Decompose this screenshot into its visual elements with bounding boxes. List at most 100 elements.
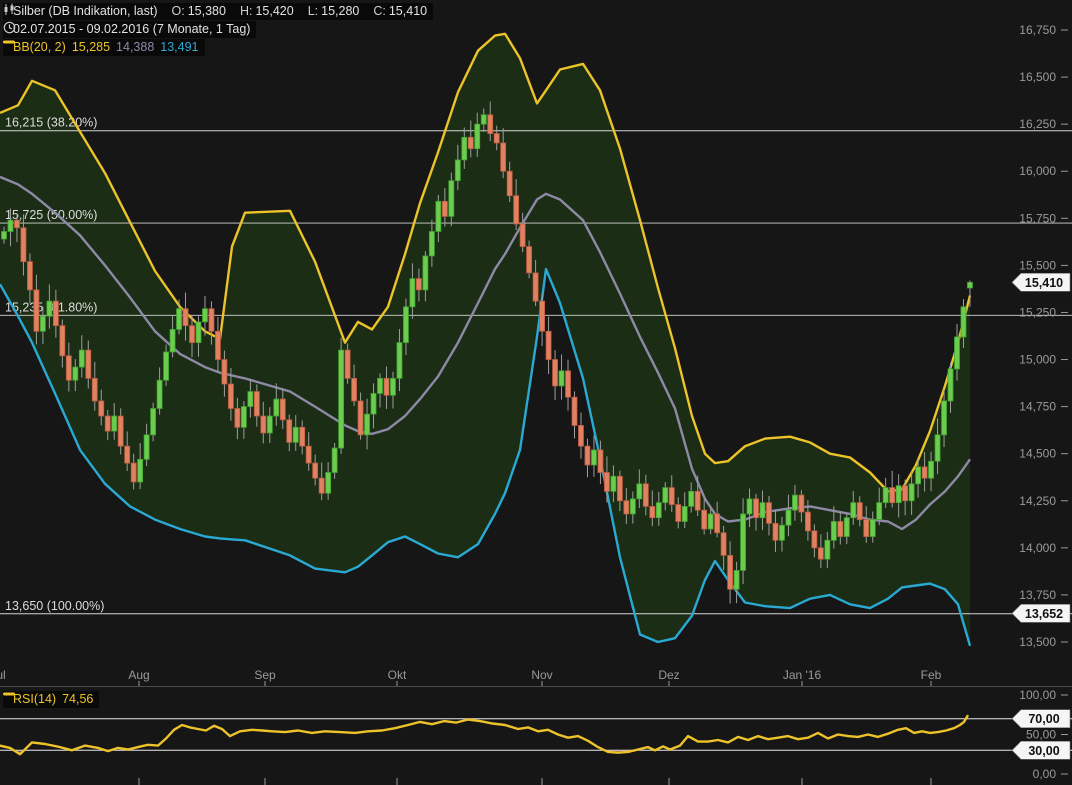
candle-body bbox=[929, 461, 934, 478]
month-label: Nov bbox=[531, 668, 552, 682]
rsi-legend: RSI(14) 74,56 bbox=[3, 691, 99, 708]
candle-body bbox=[572, 397, 577, 425]
bb-upper-value: 15,285 bbox=[72, 40, 110, 55]
candle-body bbox=[300, 427, 305, 446]
candle-body bbox=[390, 378, 395, 395]
candle-body bbox=[397, 343, 402, 379]
candle-body bbox=[825, 540, 830, 559]
price-tick-label: 14,250 bbox=[1019, 494, 1056, 508]
rsi-level-label: 100,00 bbox=[1019, 688, 1056, 702]
candle-body bbox=[468, 137, 473, 148]
price-tick-label: 16,000 bbox=[1019, 164, 1056, 178]
candle-body bbox=[812, 531, 817, 548]
candle-body bbox=[53, 301, 58, 325]
candle-body bbox=[805, 512, 810, 531]
candle-body bbox=[955, 337, 960, 369]
candle-body bbox=[566, 371, 571, 397]
candle-body bbox=[494, 134, 499, 143]
candle-body bbox=[293, 427, 298, 442]
candle-body bbox=[235, 408, 240, 427]
candle-body bbox=[948, 369, 953, 401]
candle-body bbox=[99, 401, 104, 416]
candle-body bbox=[715, 514, 720, 533]
price-chart-canvas[interactable]: 16,215 (38.20%)15,725 (50.00%)15,235 (61… bbox=[0, 0, 1072, 785]
price-tick-label: 15,750 bbox=[1019, 211, 1056, 225]
candle-body bbox=[436, 201, 441, 231]
candle-body bbox=[241, 407, 246, 428]
candle-body bbox=[637, 484, 642, 499]
candle-body bbox=[313, 463, 318, 478]
candle-body bbox=[942, 401, 947, 435]
candle-body bbox=[27, 262, 32, 290]
month-label: Okt bbox=[388, 668, 407, 682]
candle-body bbox=[475, 124, 480, 148]
candle-body bbox=[202, 309, 207, 322]
candle-body bbox=[643, 484, 648, 507]
candle-body bbox=[73, 367, 78, 380]
month-label: Dez bbox=[658, 668, 679, 682]
candle-body bbox=[890, 488, 895, 503]
rsi-line bbox=[0, 715, 968, 754]
fib-label: 13,650 (100.00%) bbox=[5, 599, 104, 613]
candle-body bbox=[792, 495, 797, 510]
candle-body bbox=[514, 196, 519, 224]
candle-body bbox=[170, 329, 175, 352]
low-value: L:15,280 bbox=[308, 4, 360, 19]
candle-body bbox=[34, 290, 39, 331]
candle-body bbox=[598, 450, 603, 473]
candle-body bbox=[786, 510, 791, 525]
candle-body bbox=[591, 450, 596, 465]
bb-label: BB(20, 2) bbox=[13, 40, 66, 55]
bollinger-legend: BB(20, 2) 15,285 14,388 13,491 bbox=[3, 39, 205, 56]
candle-body bbox=[183, 309, 188, 326]
candle-body bbox=[105, 416, 110, 431]
candle-body bbox=[449, 181, 454, 217]
candle-body bbox=[21, 228, 26, 262]
candle-body bbox=[326, 473, 331, 494]
candle-body bbox=[656, 503, 661, 518]
candle-body bbox=[138, 459, 143, 482]
candle-body bbox=[157, 380, 162, 408]
candle-body bbox=[339, 350, 344, 448]
price-tick-label: 16,250 bbox=[1019, 117, 1056, 131]
price-tick-label: 15,000 bbox=[1019, 353, 1056, 367]
candle-body bbox=[501, 143, 506, 171]
month-label: Aug bbox=[128, 668, 149, 682]
close-value: C:15,410 bbox=[373, 4, 427, 19]
candle-body bbox=[14, 220, 19, 228]
candle-body bbox=[378, 378, 383, 393]
candle-body bbox=[773, 523, 778, 540]
candle-body bbox=[86, 350, 91, 378]
candle-body bbox=[196, 322, 201, 343]
candle-body bbox=[455, 160, 460, 181]
candle-body bbox=[164, 352, 169, 380]
date-range-text: 02.07.2015 - 09.02.2016 (7 Monate, 1 Tag… bbox=[13, 22, 250, 37]
candle-body bbox=[676, 505, 681, 522]
candle-body bbox=[345, 350, 350, 378]
rsi-threshold-badge-text: 70,00 bbox=[1028, 712, 1059, 726]
candle-body bbox=[352, 378, 357, 401]
candle-body bbox=[40, 316, 45, 331]
candle-body bbox=[864, 520, 869, 537]
price-tick-label: 14,000 bbox=[1019, 541, 1056, 555]
candle-body bbox=[274, 399, 279, 416]
candle-body bbox=[66, 356, 71, 380]
candle-body bbox=[734, 570, 739, 589]
candle-body bbox=[533, 273, 538, 301]
bb-middle-value: 14,388 bbox=[116, 40, 154, 55]
month-label: Sep bbox=[254, 668, 276, 682]
candle-body bbox=[669, 488, 674, 505]
candle-body bbox=[79, 350, 84, 367]
candle-body bbox=[844, 518, 849, 537]
candle-body bbox=[585, 446, 590, 465]
candle-body bbox=[209, 309, 214, 332]
candle-body bbox=[462, 137, 467, 160]
candle-body bbox=[741, 514, 746, 570]
price-tick-label: 13,500 bbox=[1019, 635, 1056, 649]
candle-body bbox=[754, 499, 759, 518]
candle-body bbox=[118, 416, 123, 446]
price-line-badge-text: 13,652 bbox=[1025, 607, 1063, 621]
candle-body bbox=[254, 392, 259, 416]
candle-body bbox=[267, 416, 272, 433]
candle-body bbox=[896, 486, 901, 503]
